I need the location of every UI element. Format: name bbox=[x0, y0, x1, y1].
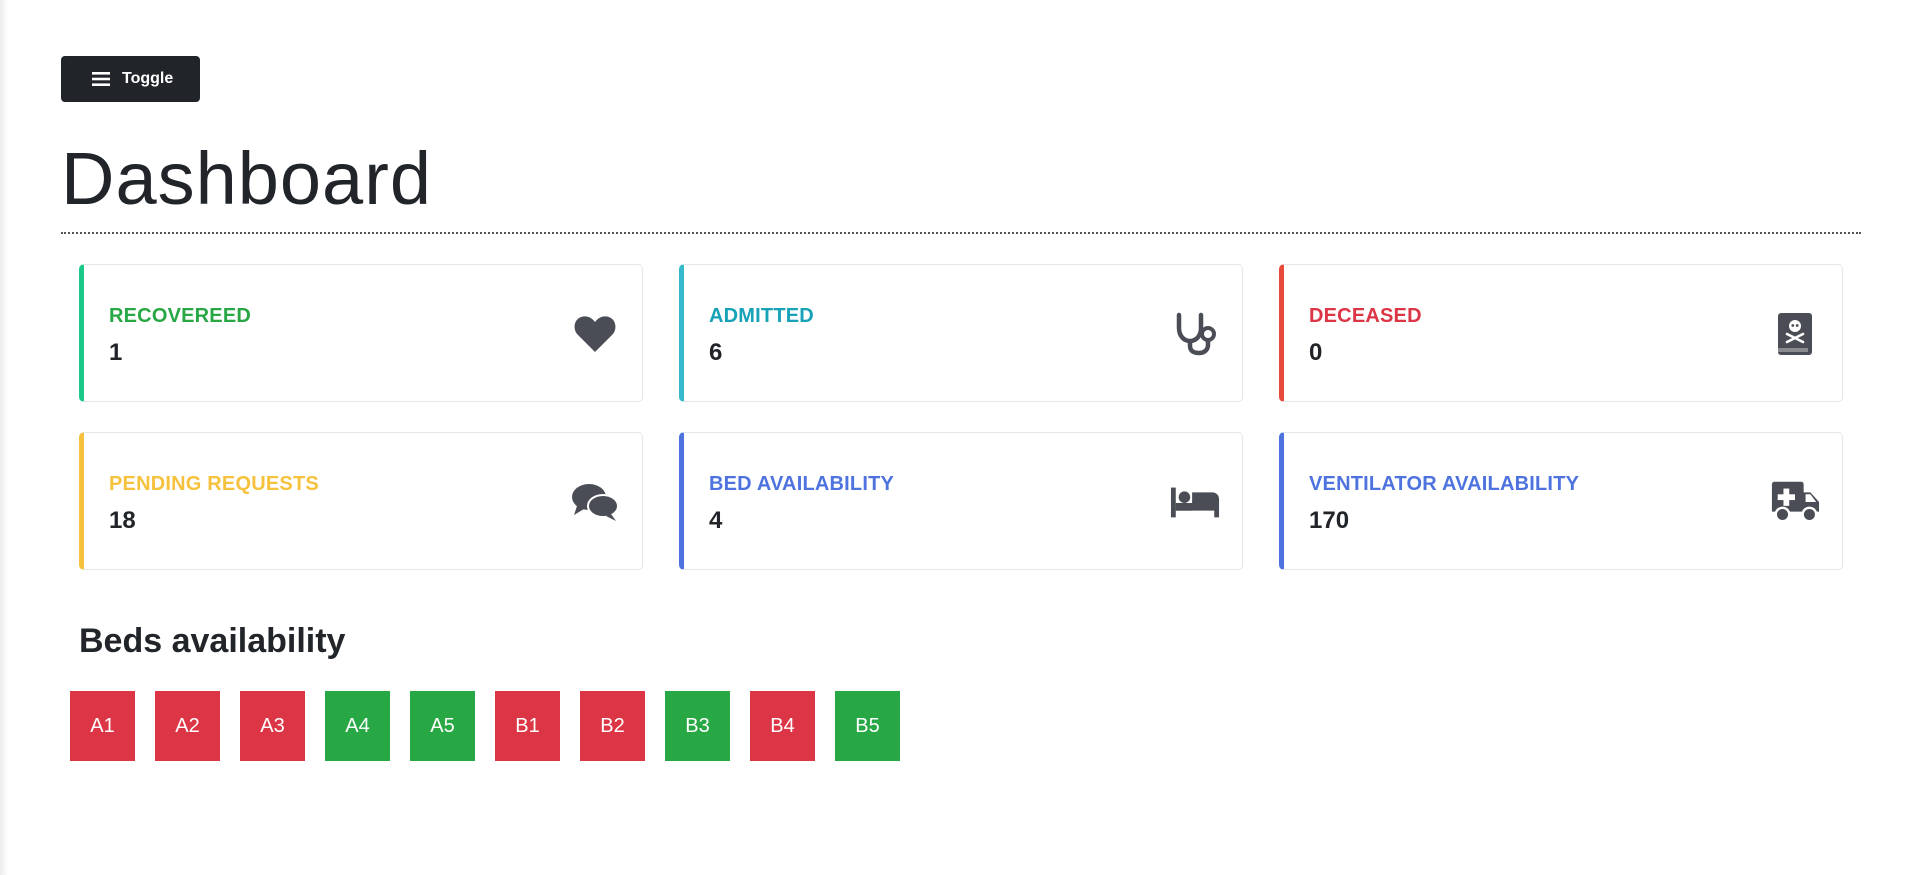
stat-value: 4 bbox=[709, 507, 723, 534]
stat-value: 1 bbox=[109, 339, 123, 366]
stat-card-admitted: ADMITTED 6 bbox=[679, 264, 1243, 402]
stat-card-bed-availability: BED AVAILABILITY 4 bbox=[679, 432, 1243, 570]
heart-icon bbox=[570, 309, 620, 359]
stat-card-recovered: RECOVEREED 1 bbox=[79, 264, 643, 402]
bed-b5[interactable]: B5 bbox=[835, 691, 900, 761]
comments-icon bbox=[570, 477, 620, 527]
skull-book-icon bbox=[1770, 309, 1820, 359]
sidebar-toggle-button[interactable]: Toggle bbox=[61, 56, 200, 102]
title-divider bbox=[61, 232, 1861, 234]
stat-value: 6 bbox=[709, 339, 723, 366]
ambulance-icon bbox=[1770, 477, 1820, 527]
stat-label: BED AVAILABILITY bbox=[709, 473, 895, 495]
toggle-label: Toggle bbox=[122, 70, 174, 87]
beds-section-heading: Beds availability bbox=[79, 622, 346, 660]
bed-a5[interactable]: A5 bbox=[410, 691, 475, 761]
sidebar-edge bbox=[0, 0, 8, 875]
bed-icon bbox=[1170, 477, 1220, 527]
bed-a2[interactable]: A2 bbox=[155, 691, 220, 761]
stat-value: 170 bbox=[1309, 507, 1350, 534]
bed-b4[interactable]: B4 bbox=[750, 691, 815, 761]
stat-value: 18 bbox=[109, 507, 136, 534]
stat-card-ventilator-availability: VENTILATOR AVAILABILITY 170 bbox=[1279, 432, 1843, 570]
stats-cards: RECOVEREED 1 ADMITTED 6 DECEASED 0 PENDI… bbox=[79, 264, 1861, 570]
stat-label: DECEASED bbox=[1309, 305, 1422, 327]
menu-icon bbox=[92, 71, 110, 87]
bed-b1[interactable]: B1 bbox=[495, 691, 560, 761]
bed-a1[interactable]: A1 bbox=[70, 691, 135, 761]
stat-card-deceased: DECEASED 0 bbox=[1279, 264, 1843, 402]
beds-grid: A1 A2 A3 A4 A5 B1 B2 B3 B4 B5 bbox=[70, 691, 1861, 761]
bed-b2[interactable]: B2 bbox=[580, 691, 645, 761]
stat-label: ADMITTED bbox=[709, 305, 814, 327]
stethoscope-icon bbox=[1170, 309, 1220, 359]
stat-label: PENDING REQUESTS bbox=[109, 473, 319, 495]
stat-label: RECOVEREED bbox=[109, 305, 252, 327]
stat-card-pending-requests: PENDING REQUESTS 18 bbox=[79, 432, 643, 570]
main-content: Toggle Dashboard RECOVEREED 1 ADMITTED 6… bbox=[61, 56, 1861, 761]
stat-label: VENTILATOR AVAILABILITY bbox=[1309, 473, 1580, 495]
stat-value: 0 bbox=[1309, 339, 1323, 366]
page-title: Dashboard bbox=[61, 137, 433, 220]
bed-b3[interactable]: B3 bbox=[665, 691, 730, 761]
bed-a3[interactable]: A3 bbox=[240, 691, 305, 761]
bed-a4[interactable]: A4 bbox=[325, 691, 390, 761]
